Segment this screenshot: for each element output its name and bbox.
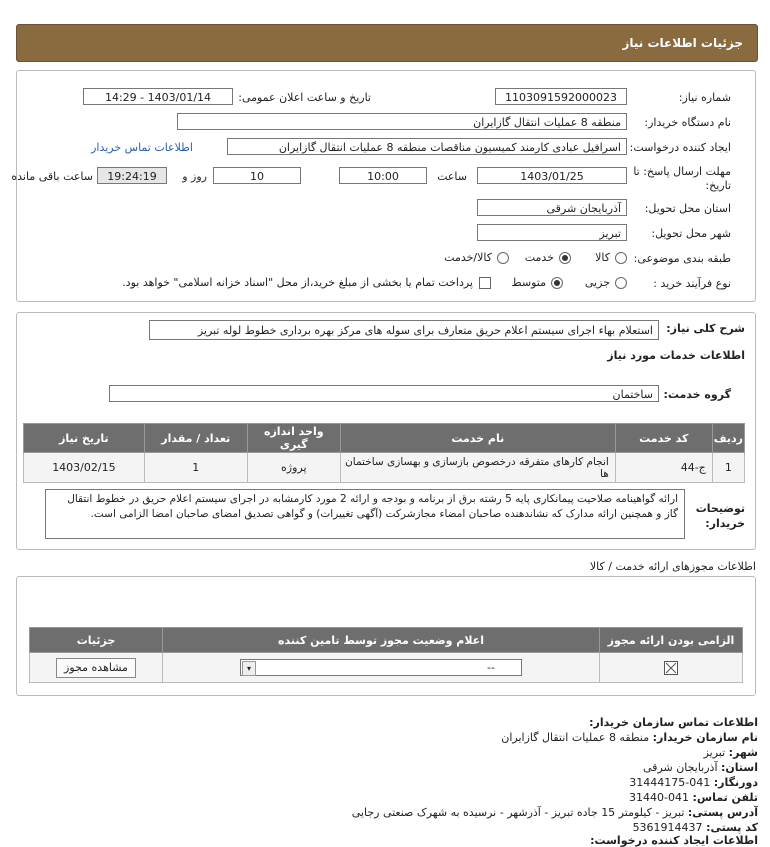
row-unit: پروژه [246,452,341,483]
buyer-field: منطقه 8 عملیات انتقال گازایران [177,113,627,130]
process-medium-label: متوسط [511,276,546,289]
row-index: 1 [711,452,746,483]
announce-field: 1403/01/14 - 14:29 [83,88,233,105]
table-row: -- ▾ مشاهده مجوز [29,652,743,683]
city-label: شهر محل تحویل: [651,227,731,240]
need-number-label: شماره نیاز: [678,91,731,104]
treasury-checkbox[interactable] [479,277,491,289]
permit-required-header: الزامی بودن ارائه مجوز [599,627,743,653]
contact-phone-value: 041-31440 [629,791,690,804]
category-service-radio[interactable] [559,252,571,264]
col-code-header: کد خدمت [614,423,713,453]
permit-status-value: -- [487,661,495,674]
page-header: جزئیات اطلاعات نیاز [16,24,758,62]
announce-label: تاریخ و ساعت اعلان عمومی: [238,91,371,104]
process-partial-label: جزیی [584,276,610,289]
table-row: 1 ج-44 انجام کارهای متفرقه درخصوص بازساز… [23,452,746,483]
checkbox-x-icon [664,660,678,675]
contact-phone-row: تلفن تماس: 041-31440 [629,791,758,804]
summary-label: شرح کلی نیاز: [666,322,745,335]
permit-required-cell [599,652,743,683]
treasury-note: پرداخت تمام یا بخشی از مبلغ خرید،از محل … [122,276,473,289]
contact-province-row: استان: آذربایجان شرقی [643,761,758,774]
view-permit-button[interactable]: مشاهده مجوز [56,657,136,678]
permit-details-cell: مشاهده مجوز [29,652,163,683]
permits-title: اطلاعات مجوزهای ارائه خدمت / کالا [589,560,756,573]
col-row-header: ردیف [711,423,746,453]
contact-address-value: تبریز - کیلومتر 15 جاده تبریز - آذرشهر -… [351,806,685,819]
buyer-notes-field: ارائه گواهینامه صلاحیت پیمانکاری پایه 5 … [45,489,685,539]
service-group-field: ساختمان [109,385,659,402]
contact-title: اطلاعات تماس سازمان خریدار: [589,716,758,729]
province-label: استان محل تحویل: [644,202,731,215]
contact-fax-row: دورنگار: 041-31444175 [629,776,758,789]
category-goods-label: کالا [595,251,610,264]
permit-status-select[interactable]: -- ▾ [240,659,522,676]
buyer-contact-link[interactable]: اطلاعات تماس خریدار [91,141,193,154]
row-qty: 1 [143,452,248,483]
contact-postal-row: کد پستی: 5361914437 [633,821,758,834]
col-unit-header: واحد اندازه گیری [246,423,341,453]
days-label: روز و [182,170,207,183]
contact-fax-value: 041-31444175 [629,776,711,789]
summary-field: استعلام بهاء اجرای سیستم اعلام حریق متعا… [149,320,659,340]
contact-city-row: شهر: تبریز [704,746,758,759]
days-field: 10 [213,167,301,184]
service-group-label: گروه خدمت: [663,388,731,401]
col-name-header: نام خدمت [339,423,616,453]
category-goods-radio[interactable] [615,252,627,264]
time-label: ساعت [437,170,467,183]
process-medium-radio[interactable] [551,277,563,289]
creator-info-title: اطلاعات ایجاد کننده درخواست: [590,834,758,847]
process-label: نوع فرآیند خرید : [653,277,731,290]
deadline-label-2: تاریخ: [705,179,731,192]
contact-address-row: آدرس پستی: تبریز - کیلومتر 15 جاده تبریز… [352,806,758,819]
province-field: آذربایجان شرقی [477,199,627,216]
permits-section: الزامی بودن ارائه مجوز اعلام وضعیت مجوز … [16,576,756,696]
row-name: انجام کارهای متفرقه درخصوص بازسازی و بهس… [339,452,616,483]
col-qty-header: تعداد / مقدار [143,423,248,453]
buyer-label: نام دستگاه خریدار: [644,116,731,129]
deadline-time-field: 10:00 [339,167,427,184]
contact-org-row: نام سازمان خریدار: منطقه 8 عملیات انتقال… [501,731,758,744]
category-both-label: کالا/خدمت [444,251,492,264]
remaining-time-field: 19:24:19 [97,167,167,184]
creator-field: اسرافیل عبادی کارمند کمیسیون مناقصات منط… [227,138,627,155]
contact-postal-label: کد پستی: [706,821,758,834]
contact-postal-value: 5361914437 [632,821,703,834]
row-code: ج-44 [614,452,713,483]
contact-fax-label: دورنگار: [713,776,758,789]
contact-city-value: تبریز [703,746,726,759]
process-partial-radio[interactable] [615,277,627,289]
services-section: شرح کلی نیاز: استعلام بهاء اجرای سیستم ا… [16,312,756,550]
services-title: اطلاعات خدمات مورد نیاز [607,349,745,362]
category-label: طبقه بندی موضوعی: [633,252,731,265]
contact-province-label: استان: [721,761,758,774]
category-service-label: خدمت [524,251,554,264]
page-title: جزئیات اطلاعات نیاز [622,36,743,50]
permit-details-header: جزئیات [29,627,163,653]
col-date-header: تاریخ نیاز [23,423,145,453]
need-details-panel: شماره نیاز: 1103091592000023 تاریخ و ساع… [11,70,756,302]
deadline-label: مهلت ارسال پاسخ: تا [633,165,731,178]
services-table: ردیف کد خدمت نام خدمت واحد اندازه گیری ت… [23,423,746,483]
contact-province-value: آذربایجان شرقی [643,761,718,774]
category-both-radio[interactable] [497,252,509,264]
deadline-date-field: 1403/01/25 [477,167,627,184]
dropdown-arrow-icon[interactable]: ▾ [242,661,256,676]
contact-city-label: شهر: [728,746,758,759]
contact-org-value: منطقه 8 عملیات انتقال گازایران [501,731,650,744]
buyer-notes-label: توضیحات خریدار: [695,502,745,530]
city-field: تبریز [477,224,627,241]
creator-label: ایجاد کننده درخواست: [629,141,731,154]
remaining-label: ساعت باقی مانده [11,170,93,183]
permit-status-cell: -- ▾ [162,652,600,683]
need-number-field: 1103091592000023 [495,88,627,105]
contact-org-label: نام سازمان خریدار: [652,731,758,744]
row-date: 1403/02/15 [23,452,145,483]
contact-address-label: آدرس پستی: [687,806,758,819]
contact-phone-label: تلفن تماس: [692,791,758,804]
permits-table: الزامی بودن ارائه مجوز اعلام وضعیت مجوز … [29,627,743,683]
permit-status-header: اعلام وضعیت مجوز توسط تامین کننده [162,627,600,653]
